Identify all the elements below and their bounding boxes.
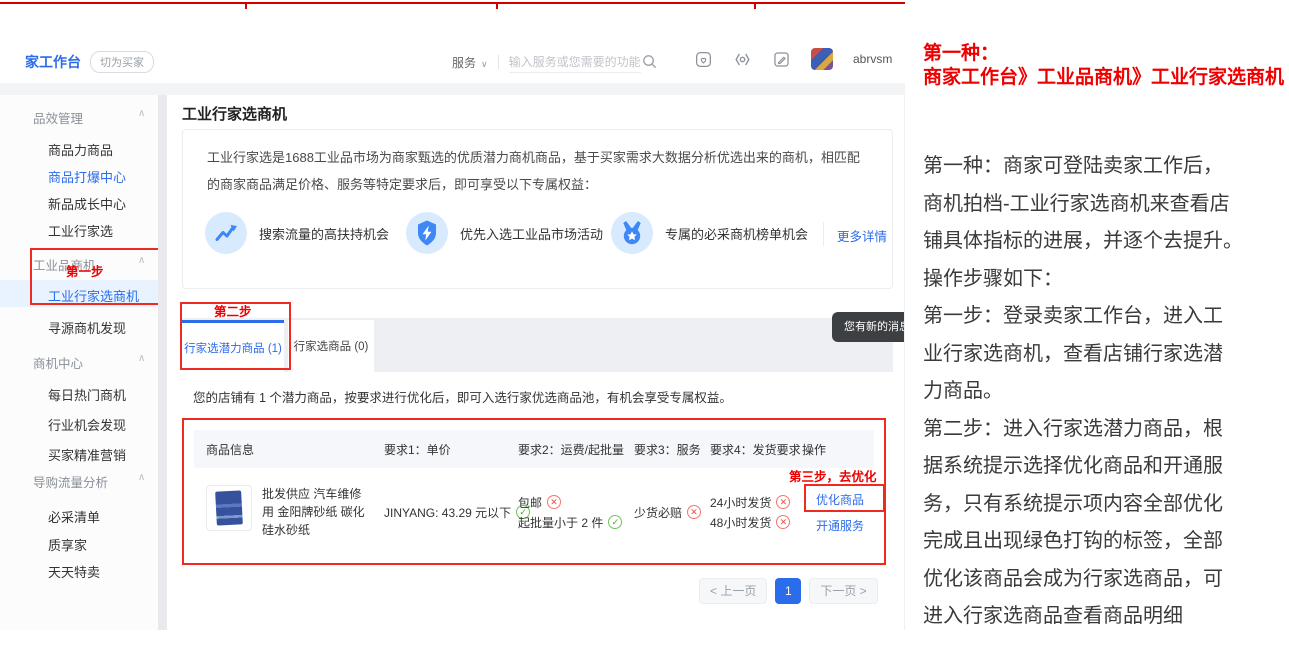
sidebar-item-new-product-growth[interactable]: 新品成长中心 [48, 194, 126, 213]
search-icon[interactable] [641, 53, 660, 72]
header-search-bar: 服务 [452, 48, 660, 76]
req4-48h-delivery: 48小时发货 [710, 514, 802, 531]
workbench-logo[interactable]: 家工作台 [25, 52, 81, 72]
divider [498, 55, 499, 69]
sidebar-item-product-power[interactable]: 商品力商品 [48, 140, 113, 159]
sidebar-group-traffic-analysis[interactable]: 导购流量分析 [33, 472, 108, 491]
sandpaper-package-image [215, 490, 243, 525]
benefit-ranking-chance: 专属的必采商机榜单机会 [611, 212, 808, 254]
annotation-body-text: 第一种：商家可登陆卖家工作后， 商机拍档-工业行家选商机来查看店 铺具体指标的进… [923, 148, 1275, 636]
annotation-step1-label: 第一步 [66, 261, 104, 280]
sidebar-item-sourcing-discovery[interactable]: 寻源商机发现 [48, 318, 126, 337]
column-header-req4-delivery: 要求4：发货要求 [710, 441, 802, 458]
table-row: 批发供应 汽车维修用 金阳牌砂纸 碳化硅水砂纸 JINYANG: 43.29 元… [194, 468, 874, 556]
benefit-label: 优先入选工业品市场活动 [460, 224, 603, 243]
edit-icon[interactable] [772, 50, 791, 69]
cross-fail-icon [776, 495, 790, 509]
collapse-icon[interactable] [138, 353, 145, 364]
product-cell: 批发供应 汽车维修用 金阳牌砂纸 碳化硅水砂纸 [206, 485, 384, 539]
cross-fail-icon [547, 495, 561, 509]
top-header: 家工作台 切为买家 服务 abrvsm [0, 40, 905, 83]
req2-free-shipping: 包邮 [518, 494, 634, 511]
sidebar-item-daily-hot[interactable]: 每日热门商机 [48, 385, 126, 404]
table-header-row: 商品信息 要求1：单价 要求2：运费/起批量 要求3：服务 要求4：发货要求 操… [194, 430, 874, 468]
header-icon-group: abrvsm [694, 48, 922, 70]
cross-fail-icon [776, 515, 790, 529]
divider [823, 222, 824, 246]
more-details-link[interactable]: 更多详情 [837, 226, 887, 245]
page-background-band [0, 83, 905, 95]
chart-icon [205, 212, 247, 254]
search-input[interactable] [509, 52, 641, 73]
req1-price: JINYANG: 43.29 元以下 [384, 504, 518, 521]
intro-card: 工业行家选是1688工业品市场为商家甄选的优质潜力商机商品，基于买家需求大数据分… [182, 129, 893, 289]
summary-text: 您的店铺有 1 个潜力商品，按要求进行优化后，即可入选行家优选商品池，有机会享受… [193, 387, 732, 406]
annotation-column: 第一种： 商家工作台》工业品商机》工业行家选商机 第一种：商家可登陆卖家工作后，… [905, 0, 1289, 650]
product-title[interactable]: 批发供应 汽车维修用 金阳牌砂纸 碳化硅水砂纸 [262, 485, 366, 539]
settings-icon[interactable] [733, 50, 752, 69]
next-page-button[interactable]: 下一页 > [809, 578, 877, 604]
sidebar-item-industry-chance[interactable]: 行业机会发现 [48, 415, 126, 434]
shield-lightning-icon [406, 212, 448, 254]
column-header-product-info: 商品信息 [206, 441, 384, 458]
req4-24h-delivery: 24小时发货 [710, 494, 802, 511]
sidebar-item-daily-deals[interactable]: 天天特卖 [48, 562, 100, 581]
search-category-dropdown[interactable]: 服务 [452, 54, 488, 71]
sidebar-item-must-buy-list[interactable]: 必采清单 [48, 507, 100, 526]
annotation-heading-line2: 商家工作台》工业品商机》工业行家选商机 [923, 66, 1284, 90]
annotation-step2-box [180, 302, 291, 370]
sidebar-main-divider [158, 95, 167, 630]
new-message-toast: 您有新的消息 [832, 312, 905, 342]
check-pass-icon [608, 515, 622, 529]
annotation-table-box: 商品信息 要求1：单价 要求2：运费/起批量 要求3：服务 要求4：发货要求 操… [182, 418, 886, 565]
annotation-heading: 第一种： 商家工作台》工业品商机》工业行家选商机 [923, 42, 1284, 90]
annotation-step3-label: 第三步，去优化 [789, 466, 877, 485]
sidebar: 品效管理 商品力商品 商品打爆中心 新品成长中心 工业行家选 工业品商机 工业行… [0, 95, 158, 630]
tab-expert-pick-products[interactable]: 行家选商品 (0) [288, 320, 374, 372]
annotation-heading-line1: 第一种： [923, 42, 1284, 66]
prev-page-button[interactable]: < 上一页 [699, 578, 767, 604]
current-page-indicator[interactable]: 1 [775, 578, 801, 604]
annotation-tick [754, 4, 756, 9]
intro-text: 工业行家选是1688工业品市场为商家甄选的优质潜力商机商品，基于买家需求大数据分… [207, 144, 871, 198]
column-header-req1-price: 要求1：单价 [384, 441, 518, 458]
collapse-icon[interactable] [138, 472, 145, 483]
sidebar-item-quality-home[interactable]: 质享家 [48, 535, 87, 554]
sidebar-item-product-boost-center[interactable]: 商品打爆中心 [48, 167, 126, 186]
open-service-link[interactable]: 开通服务 [816, 517, 872, 534]
main-panel: 工业行家选商机 工业行家选是1688工业品市场为商家甄选的优质潜力商机商品，基于… [167, 95, 905, 630]
collapse-icon[interactable] [138, 108, 145, 119]
cross-fail-icon [687, 505, 701, 519]
column-header-actions: 操作 [802, 441, 872, 458]
column-header-req3-service: 要求3：服务 [634, 441, 710, 458]
chevron-down-icon [476, 56, 488, 70]
annotation-tick [496, 4, 498, 9]
req3-service: 少货必赔 [634, 504, 710, 521]
annotation-tick [245, 4, 247, 9]
screenshot-canvas: 家工作台 切为买家 服务 abrvsm 品 [0, 0, 1289, 650]
switch-to-buyer-button[interactable]: 切为买家 [90, 51, 154, 73]
sidebar-item-industrial-expert-pick[interactable]: 工业行家选 [48, 221, 113, 240]
product-thumbnail[interactable] [206, 485, 252, 531]
column-header-req2-shipping: 要求2：运费/起批量 [518, 441, 634, 458]
sidebar-group-product-efficiency[interactable]: 品效管理 [33, 108, 83, 127]
sidebar-item-buyer-marketing[interactable]: 买家精准营销 [48, 445, 126, 464]
page-title: 工业行家选商机 [182, 103, 287, 124]
heart-badge-icon[interactable] [694, 50, 713, 69]
benefit-label: 专属的必采商机榜单机会 [665, 224, 808, 243]
avatar[interactable] [811, 48, 833, 70]
benefit-market-activity: 优先入选工业品市场活动 [406, 212, 603, 254]
benefit-label: 搜索流量的高扶持机会 [259, 224, 389, 243]
benefit-search-traffic: 搜索流量的高扶持机会 [205, 212, 389, 254]
req2-min-batch: 起批量小于 2 件 [518, 514, 634, 531]
annotation-step3-box [804, 484, 885, 512]
username[interactable]: abrvsm [853, 52, 892, 66]
pagination: < 上一页 1 下一页 > [699, 578, 878, 604]
medal-icon [611, 212, 653, 254]
sidebar-group-opportunity-center[interactable]: 商机中心 [33, 353, 83, 372]
